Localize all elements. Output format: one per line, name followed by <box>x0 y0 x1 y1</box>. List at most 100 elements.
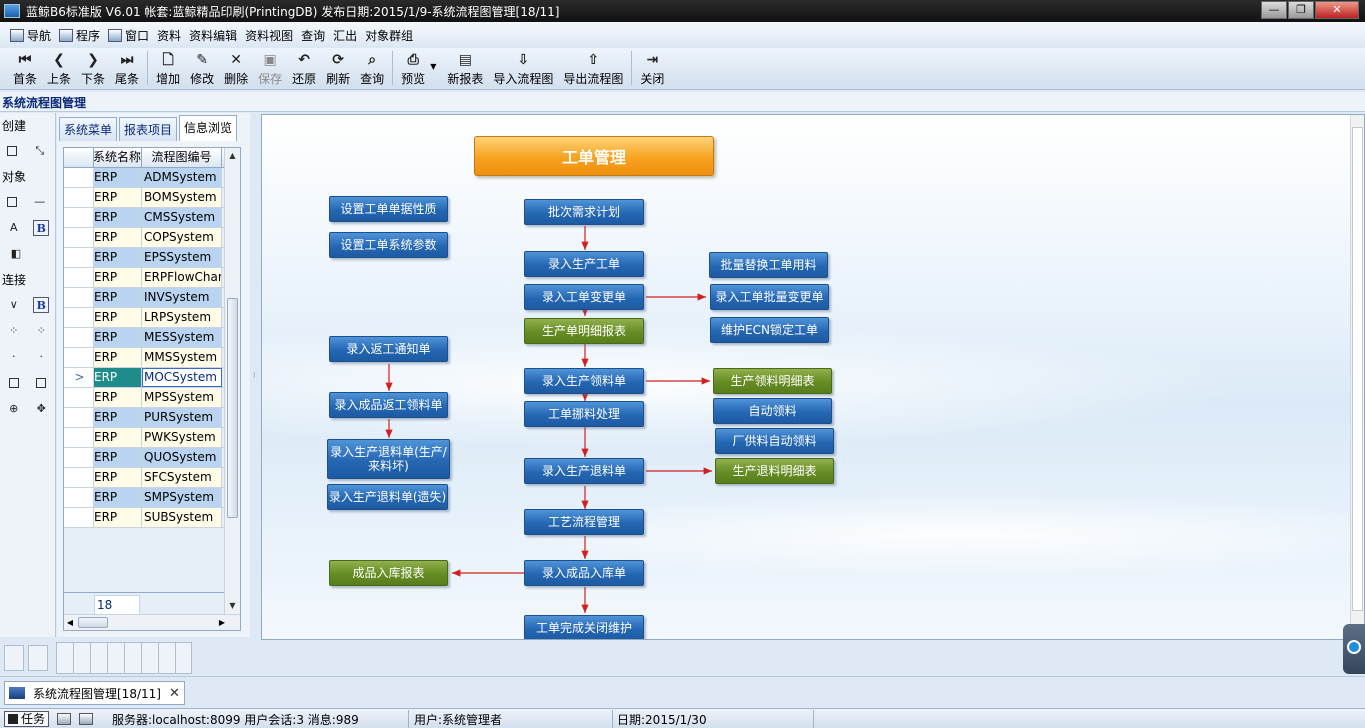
scroll-left-icon[interactable]: ◀ <box>64 615 76 631</box>
cell-flowchart-code[interactable]: ERPFlowChart <box>142 268 222 287</box>
task-button[interactable]: 任务 <box>4 710 50 727</box>
cell-flowchart-code[interactable]: MPSSystem <box>142 388 222 407</box>
node-mo-close[interactable]: 工单完成关闭维护 <box>524 615 644 639</box>
cell-flowchart-code[interactable]: SUBSystem <box>142 508 222 527</box>
node-mo-detail-report[interactable]: 生产单明细报表 <box>524 318 644 344</box>
cell-flowchart-code[interactable]: INVSystem <box>142 288 222 307</box>
cell-system-name[interactable]: ERP <box>94 288 142 307</box>
query-button[interactable]: ⌕ 查询 <box>355 48 389 88</box>
scroll-thumb[interactable] <box>227 298 238 518</box>
thumbnail-tile[interactable] <box>28 645 48 671</box>
cell-flowchart-code[interactable]: EPSSystem <box>142 248 222 267</box>
table-row[interactable]: ERP BOMSystem <box>64 188 224 208</box>
node-return-lost[interactable]: 录入生产退料单(遗失) <box>327 484 448 510</box>
menu-data[interactable]: 资料 <box>157 27 181 44</box>
row-indicator[interactable] <box>64 288 94 307</box>
row-indicator[interactable] <box>64 328 94 347</box>
frame-left-icon[interactable] <box>8 378 19 388</box>
scroll-down-icon[interactable]: ▼ <box>225 598 240 614</box>
flowchart-canvas[interactable]: 工单管理 设置工单单据性质 设置工单系统参数 批次需求计划 录入生产工单 录入工… <box>261 114 1365 640</box>
cell-system-name[interactable]: ERP <box>94 368 142 387</box>
row-indicator[interactable] <box>64 308 94 327</box>
cell-flowchart-code[interactable]: MESSystem <box>142 328 222 347</box>
row-indicator[interactable] <box>64 228 94 247</box>
cell-system-name[interactable]: ERP <box>94 508 142 527</box>
grid-header-system[interactable]: 系统名称 <box>94 148 142 167</box>
close-module-button[interactable]: ⇥ 关闭 <box>635 48 669 88</box>
table-row[interactable]: ERP MESSystem <box>64 328 224 348</box>
frame-right-icon[interactable] <box>36 378 47 388</box>
row-indicator[interactable] <box>64 168 94 187</box>
table-row[interactable]: ERP PWKSystem <box>64 428 224 448</box>
row-indicator[interactable] <box>64 408 94 427</box>
cell-flowchart-code[interactable]: PURSystem <box>142 408 222 427</box>
new-report-button[interactable]: ▤ 新报表 <box>442 48 488 88</box>
panel-splitter[interactable]: ⁝ <box>251 113 261 637</box>
import-flow-button[interactable]: ⇩ 导入流程图 <box>488 48 558 88</box>
teamviewer-widget[interactable] <box>1343 624 1365 674</box>
node-batch-change[interactable]: 录入工单批量变更单 <box>710 284 829 310</box>
cell-flowchart-code[interactable]: MMSSystem <box>142 348 222 367</box>
cell-flowchart-code[interactable]: COPSystem <box>142 228 222 247</box>
node-ecn-lock[interactable]: 维护ECN锁定工单 <box>710 317 829 343</box>
cell-flowchart-code[interactable]: CMSSystem <box>142 208 222 227</box>
preview-button[interactable]: ⎙ 预览 <box>396 48 430 88</box>
menu-data-view[interactable]: 资料视图 <box>245 27 293 44</box>
elbow-connector-icon[interactable]: ∨ <box>6 297 22 313</box>
export-flow-button[interactable]: ⇧ 导出流程图 <box>558 48 628 88</box>
cell-flowchart-code[interactable]: LRPSystem <box>142 308 222 327</box>
save-button[interactable]: ▣ 保存 <box>253 48 287 88</box>
undo-button[interactable]: ↶ 还原 <box>287 48 321 88</box>
table-row[interactable]: ERP MPSSystem <box>64 388 224 408</box>
table-row[interactable]: ERP INVSystem <box>64 288 224 308</box>
thumbnail-grid[interactable] <box>56 642 192 674</box>
node-rework-notice[interactable]: 录入返工通知单 <box>329 336 448 362</box>
node-auto-issue[interactable]: 自动领料 <box>713 398 832 424</box>
thumbnail-tile[interactable] <box>4 645 24 671</box>
node-issue-detail-report[interactable]: 生产领料明细表 <box>713 368 832 394</box>
prev-record-button[interactable]: ❮ 上条 <box>42 48 76 88</box>
table-row[interactable]: ERP PURSystem <box>64 408 224 428</box>
node-return-bad[interactable]: 录入生产退料单(生产/来料坏) <box>327 439 450 479</box>
tab-report-items[interactable]: 报表项目 <box>119 117 178 141</box>
row-indicator[interactable] <box>64 268 94 287</box>
cell-system-name[interactable]: ERP <box>94 208 142 227</box>
node-finished-receipt[interactable]: 录入成品入库单 <box>524 560 644 586</box>
cell-system-name[interactable]: ERP <box>94 468 142 487</box>
cell-system-name[interactable]: ERP <box>94 428 142 447</box>
menu-query[interactable]: 查询 <box>301 27 325 44</box>
bold-connector-icon[interactable]: B <box>33 297 50 313</box>
table-row[interactable]: ERP ADMSystem <box>64 168 224 188</box>
line-tool-icon[interactable]: ⤡ <box>32 143 48 159</box>
node-set-doc-attr[interactable]: 设置工单单据性质 <box>329 196 448 222</box>
preview-dropdown-icon[interactable]: ▼ <box>430 62 436 71</box>
table-row[interactable]: > ERP MOCSystem <box>64 368 224 388</box>
first-record-button[interactable]: ⏮ 首条 <box>8 48 42 88</box>
node-batch-replace[interactable]: 批量替换工单用料 <box>709 252 828 278</box>
table-row[interactable]: ERP COPSystem <box>64 228 224 248</box>
row-indicator[interactable] <box>64 468 94 487</box>
close-tab-icon[interactable]: ✕ <box>169 686 180 701</box>
edit-button[interactable]: ✎ 修改 <box>185 48 219 88</box>
node-rework-issue[interactable]: 录入成品返工领料单 <box>329 392 448 418</box>
cell-flowchart-code[interactable]: QUOSystem <box>142 448 222 467</box>
align-right-icon[interactable]: ⁘ <box>33 323 49 339</box>
cell-flowchart-code[interactable]: MOCSystem <box>142 368 222 387</box>
canvas-scroll-thumb[interactable] <box>1352 127 1363 611</box>
table-row[interactable]: ERP EPSSystem <box>64 248 224 268</box>
row-indicator[interactable] <box>64 428 94 447</box>
cell-system-name[interactable]: ERP <box>94 228 142 247</box>
row-indicator[interactable] <box>64 508 94 527</box>
align-left-icon[interactable]: ⁘ <box>6 323 22 339</box>
font-color-icon[interactable]: A <box>6 220 22 236</box>
node-routing[interactable]: 工艺流程管理 <box>524 509 644 535</box>
grid-vertical-scrollbar[interactable]: ▲ ▼ <box>224 148 240 614</box>
cell-system-name[interactable]: ERP <box>94 348 142 367</box>
maximize-button[interactable]: ❐ <box>1288 1 1314 19</box>
cell-system-name[interactable]: ERP <box>94 168 142 187</box>
next-record-button[interactable]: ❯ 下条 <box>76 48 110 88</box>
menu-object-group[interactable]: 对象群组 <box>365 27 413 44</box>
menu-navigation[interactable]: 导航 <box>10 27 51 44</box>
rectangle-tool-icon[interactable] <box>7 146 18 156</box>
grid-header-code[interactable]: 流程图编号 <box>142 148 222 167</box>
